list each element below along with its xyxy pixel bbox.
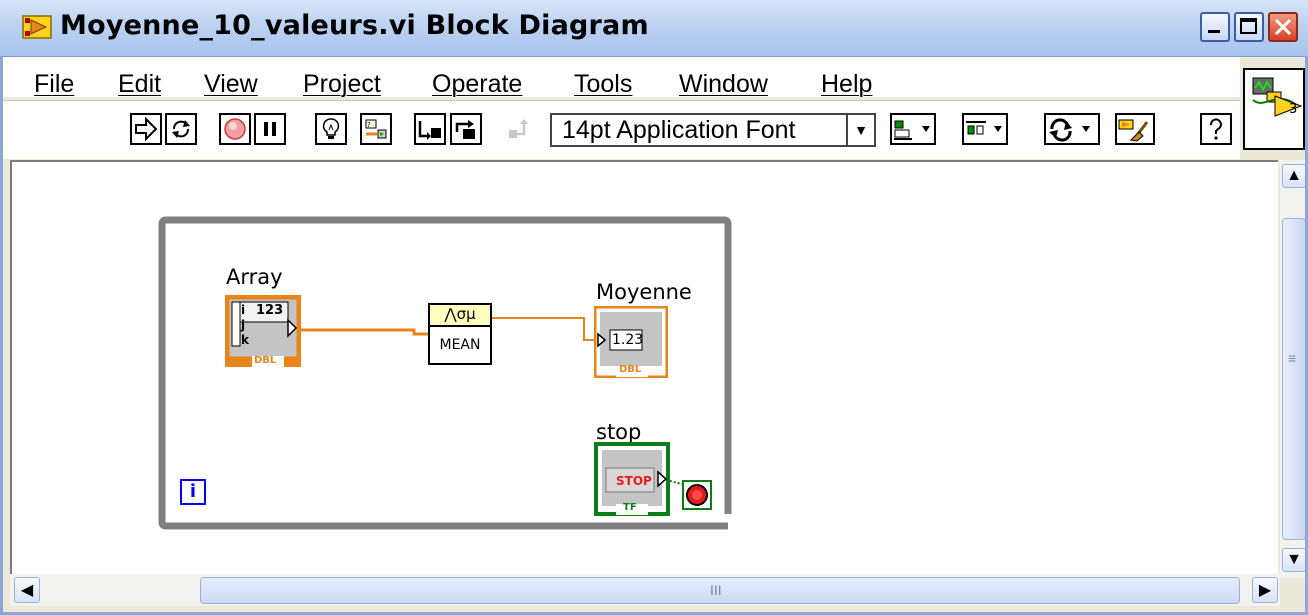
moyenne-value: 1.23 xyxy=(612,332,644,348)
array-index-j: j xyxy=(241,318,246,332)
scroll-right-button[interactable]: ▶ xyxy=(1252,577,1278,603)
array-index-i: i xyxy=(241,303,246,317)
array-index-k: k xyxy=(241,333,249,347)
loop-condition-terminal[interactable] xyxy=(682,480,712,510)
stop-label: stop xyxy=(596,420,642,444)
stop-button-text: STOP xyxy=(616,474,652,488)
moyenne-label: Moyenne xyxy=(596,280,692,304)
chevron-up-icon: ▲ xyxy=(1286,167,1302,184)
array-to-mean-wire[interactable] xyxy=(298,328,428,336)
scroll-left-button[interactable]: ◀ xyxy=(14,577,40,603)
array-label: Array xyxy=(226,265,283,289)
chevron-left-icon: ◀ xyxy=(20,582,34,599)
stop-type-badge: TF xyxy=(623,502,637,513)
moyenne-type-badge: DBL xyxy=(619,364,642,375)
mean-function-label: MEAN xyxy=(439,337,481,353)
scroll-down-button[interactable]: ▼ xyxy=(1282,548,1306,572)
mean-function-node[interactable]: ⋀σμ MEAN xyxy=(428,303,492,365)
vertical-scroll-thumb[interactable] xyxy=(1282,218,1306,540)
mean-function-icon: ⋀σμ xyxy=(430,305,490,327)
loop-iteration-terminal[interactable]: i xyxy=(180,479,206,505)
vertical-grip-icon: ≡ xyxy=(1288,350,1297,366)
chevron-down-icon: ▼ xyxy=(1286,551,1302,568)
array-type-badge: DBL xyxy=(254,355,277,366)
chevron-right-icon: ▶ xyxy=(1258,582,1272,599)
horizontal-grip-icon: III xyxy=(710,582,722,598)
scroll-up-button[interactable]: ▲ xyxy=(1282,164,1306,188)
labview-window: Moyenne_10_valeurs.vi Block Diagram File… xyxy=(0,0,1308,615)
array-element-value: 123 xyxy=(256,303,284,318)
mean-to-moyenne-wire[interactable] xyxy=(492,317,595,341)
